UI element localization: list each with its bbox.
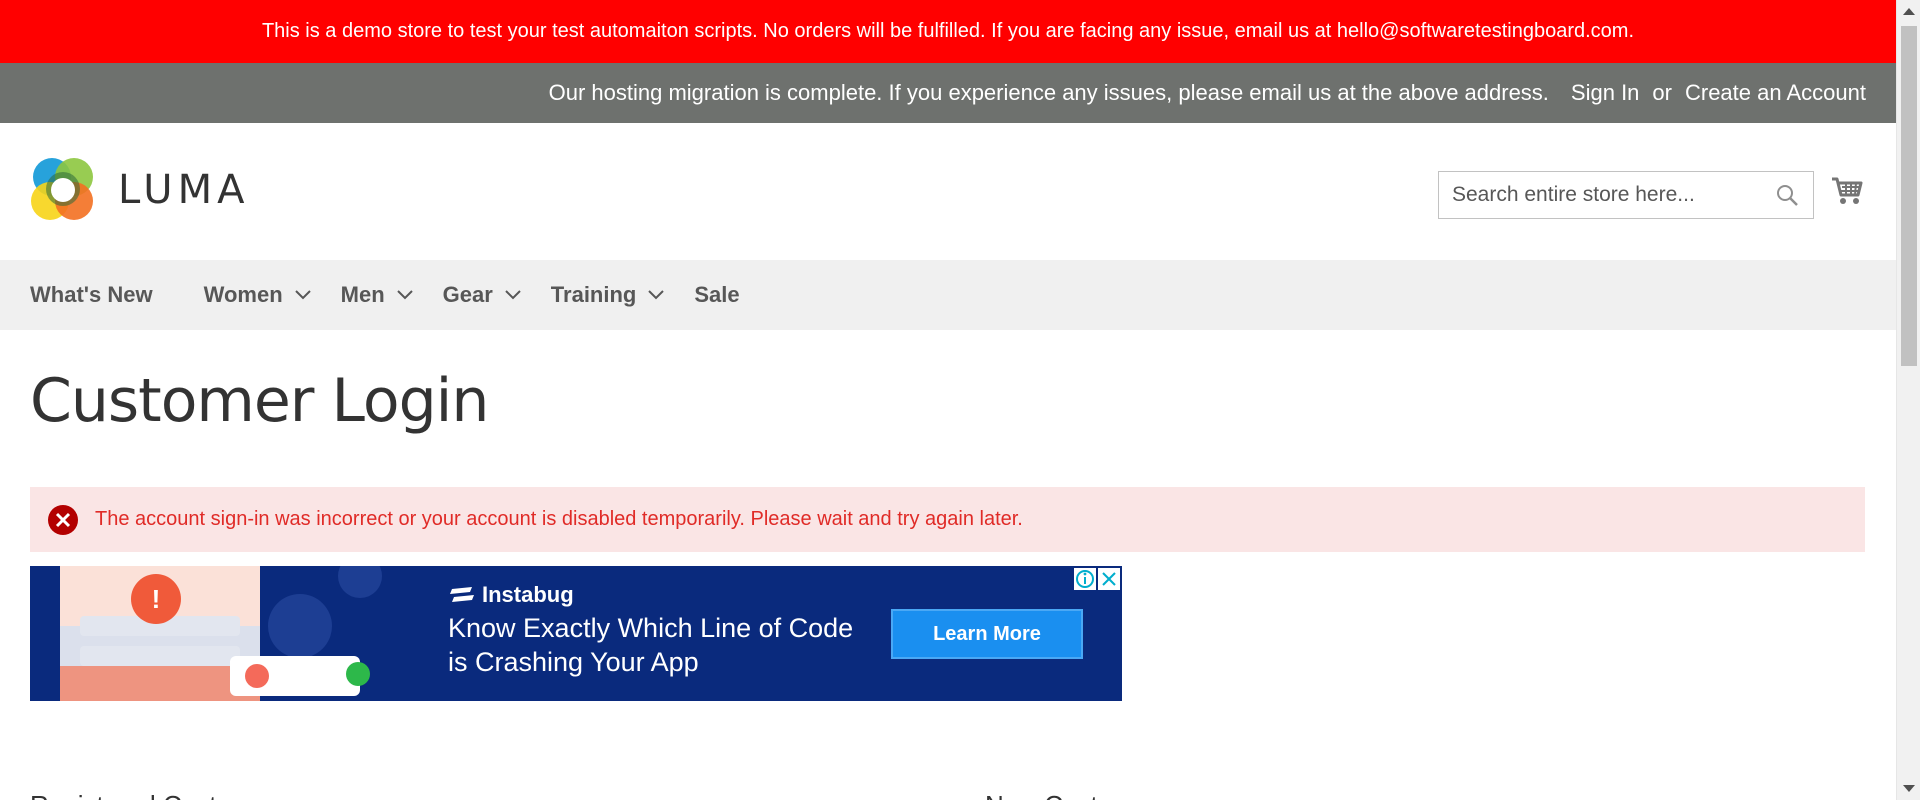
logo-text: LUMA [118, 167, 250, 213]
main-content: Customer Login The account sign-in was i… [0, 371, 1896, 701]
scroll-up-arrow-icon[interactable] [1903, 8, 1915, 15]
demo-store-notice-text: This is a demo store to test your test a… [261, 20, 1635, 42]
search-box [1438, 171, 1814, 219]
ad-info-icon[interactable] [1074, 568, 1096, 590]
scrollbar-thumb[interactable] [1901, 26, 1917, 366]
instabug-logo-icon [450, 587, 474, 602]
nav-item-label: Training [550, 282, 637, 307]
nav-item-label: What's New [30, 282, 153, 307]
create-account-link[interactable]: Create an Account [1685, 80, 1866, 106]
luma-logo-icon [31, 158, 93, 220]
svg-text:!: ! [152, 584, 161, 614]
header: LUMA [0, 123, 1896, 260]
page-title: Customer Login [30, 366, 489, 436]
ad-headline-line-1: Know Exactly Which Line of Code [448, 613, 854, 643]
advertisement-banner[interactable]: ! Instabug Know Exactly Which Line of Co… [30, 566, 1122, 701]
top-panel: Our hosting migration is complete. If yo… [0, 63, 1896, 123]
nav-item-gear[interactable]: Gear [443, 282, 521, 308]
nav-item-label: Sale [694, 282, 740, 307]
shopping-cart-icon[interactable] [1830, 174, 1864, 208]
demo-store-notice: This is a demo store to test your test a… [0, 0, 1896, 63]
ad-headline-line-2: is Crashing Your App [448, 647, 699, 677]
main-navigation: What's New Women Men Gear Training Sale [0, 260, 1896, 330]
page: This is a demo store to test your test a… [0, 0, 1896, 800]
chevron-down-icon [396, 290, 413, 300]
chevron-down-icon [648, 290, 665, 300]
error-message-text: The account sign-in was incorrect or you… [95, 508, 1023, 530]
ad-headline: Know Exactly Which Line of Code is Crash… [448, 611, 908, 679]
nav-item-training[interactable]: Training [551, 282, 665, 308]
error-icon [48, 504, 78, 535]
sign-in-link[interactable]: Sign In [1571, 80, 1640, 106]
ad-close-icon[interactable] [1098, 568, 1120, 590]
nav-item-whats-new[interactable]: What's New [30, 282, 153, 308]
nav-item-label: Men [340, 282, 385, 307]
migration-notice: Our hosting migration is complete. If yo… [548, 80, 1549, 105]
logo[interactable]: LUMA [30, 157, 249, 223]
ad-learn-more-button[interactable]: Learn More [891, 609, 1083, 659]
nav-item-sale[interactable]: Sale [694, 282, 739, 308]
scroll-down-arrow-icon[interactable] [1903, 785, 1915, 792]
ad-brand-name: Instabug [482, 582, 574, 607]
registered-customers-heading: Registered Customers [30, 790, 289, 800]
new-customers-heading: New Customers [985, 790, 1170, 800]
chevron-down-icon [505, 290, 521, 300]
ad-illustration: ! [30, 566, 410, 701]
or-separator: or [1652, 80, 1672, 105]
nav-item-men[interactable]: Men [341, 282, 413, 308]
error-message: The account sign-in was incorrect or you… [30, 487, 1865, 552]
nav-item-label: Women [203, 282, 283, 307]
nav-item-label: Gear [442, 282, 493, 307]
ad-brand: Instabug [448, 582, 574, 608]
search-icon[interactable] [1775, 183, 1799, 207]
chevron-down-icon [294, 290, 311, 300]
page-scrollbar[interactable] [1896, 0, 1920, 800]
search-input[interactable] [1452, 173, 1772, 217]
nav-item-women[interactable]: Women [204, 282, 311, 308]
